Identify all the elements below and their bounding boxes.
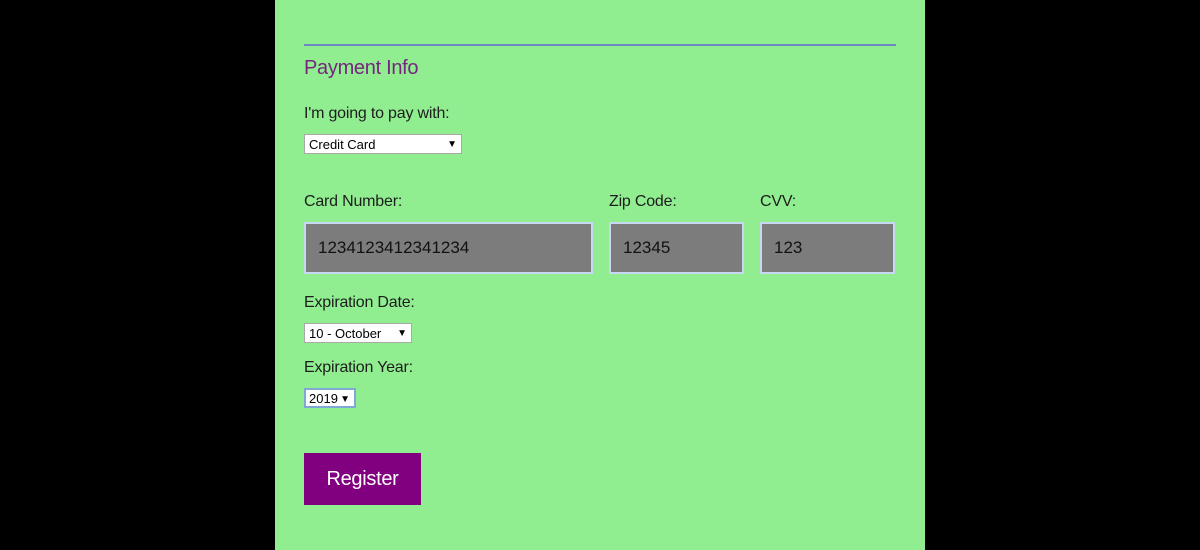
- payment-form-panel: Payment Info I'm going to pay with: Cred…: [275, 0, 925, 550]
- dropdown-arrow-icon: ▼: [340, 394, 350, 405]
- pay-with-label: I'm going to pay with:: [304, 105, 450, 122]
- expiration-month-value: 10 - October: [309, 326, 382, 341]
- expiration-month-select[interactable]: 10 - October ▼: [304, 323, 412, 343]
- cvv-label: CVV:: [760, 193, 796, 210]
- dropdown-arrow-icon: ▼: [447, 139, 457, 150]
- cvv-input[interactable]: 123: [760, 222, 895, 274]
- expiration-year-label: Expiration Year:: [304, 359, 413, 376]
- dropdown-arrow-icon: ▼: [397, 328, 407, 339]
- zip-code-label: Zip Code:: [609, 193, 677, 210]
- payment-method-value: Credit Card: [309, 137, 376, 152]
- expiration-year-value: 2019: [309, 391, 338, 406]
- section-divider: [304, 44, 896, 46]
- zip-code-input[interactable]: 12345: [609, 222, 744, 274]
- payment-method-select[interactable]: Credit Card ▼: [304, 134, 462, 154]
- expiration-year-select[interactable]: 2019 ▼: [304, 388, 356, 408]
- card-number-label: Card Number:: [304, 193, 403, 210]
- card-number-input[interactable]: 1234123412341234: [304, 222, 593, 274]
- register-button[interactable]: Register: [304, 453, 421, 505]
- section-title: Payment Info: [304, 57, 419, 79]
- expiration-date-label: Expiration Date:: [304, 294, 415, 311]
